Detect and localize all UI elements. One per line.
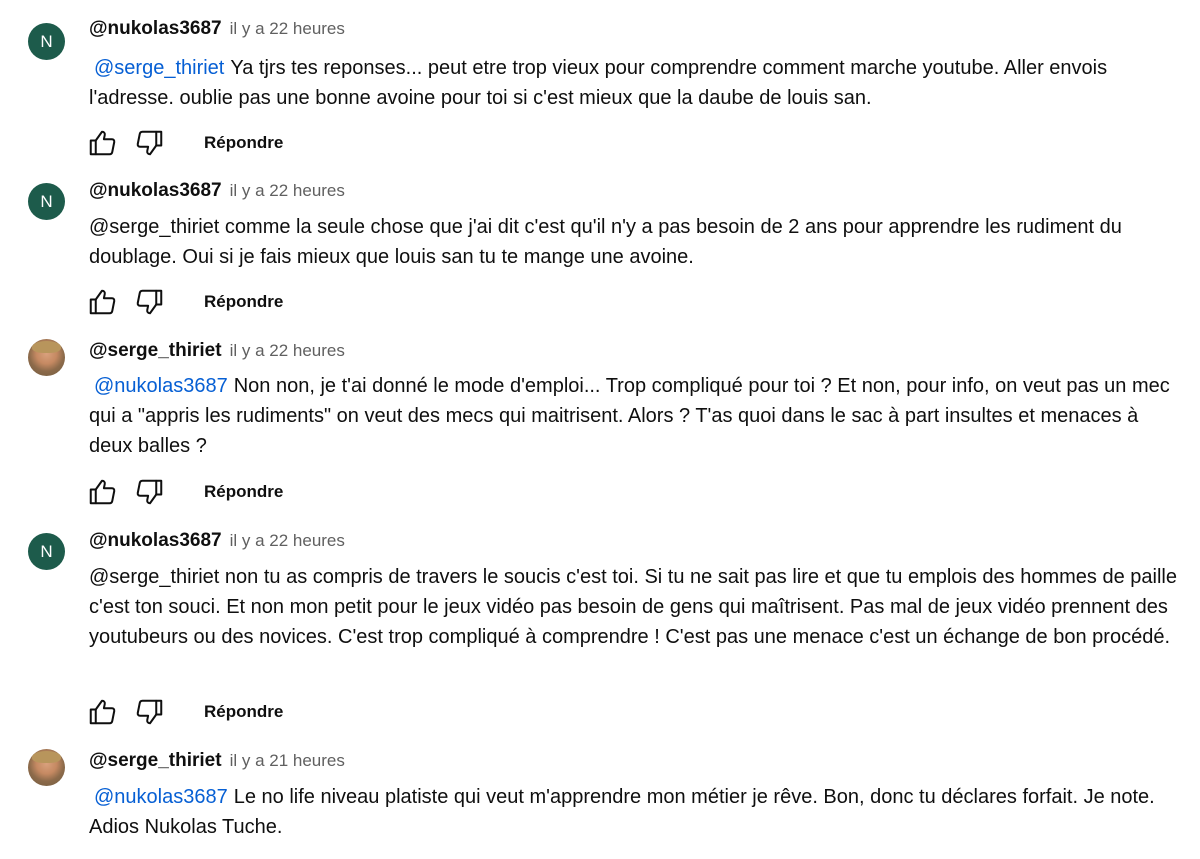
comment-body-text: @serge_thiriet comme la seule chose que …	[89, 216, 1122, 268]
avatar-letter: N	[40, 31, 53, 51]
comment-author[interactable]: @serge_thiriet	[89, 750, 222, 772]
dislike-button[interactable]	[134, 476, 166, 508]
comment-time[interactable]: il y a 21 heures	[230, 751, 345, 771]
comment-body-text: @serge_thiriet non tu as compris de trav…	[89, 566, 1177, 648]
comment-text: @nukolas3687 Le no life niveau platiste q…	[89, 782, 1179, 842]
comment-author[interactable]: @serge_thiriet	[89, 340, 222, 362]
comment-header: @nukolas3687 il y a 22 heures	[89, 18, 345, 48]
avatar-letter: N	[40, 191, 53, 211]
comment-header: @serge_thiriet il y a 22 heures	[89, 340, 345, 370]
comment-time[interactable]: il y a 22 heures	[230, 531, 345, 551]
comment-actions: Répondre	[86, 696, 283, 728]
comment-actions: Répondre	[86, 476, 283, 508]
like-button[interactable]	[86, 286, 118, 318]
mention-link[interactable]: @serge_thiriet	[94, 57, 224, 79]
comment-actions: Répondre	[86, 286, 283, 318]
avatar[interactable]	[28, 749, 65, 786]
avatar-letter: N	[40, 541, 53, 561]
comment-author[interactable]: @nukolas3687	[89, 180, 222, 202]
thumb-up-icon	[89, 289, 116, 315]
comment-body-text: Le no life niveau platiste qui veut m'ap…	[89, 786, 1155, 838]
comment-time[interactable]: il y a 22 heures	[230, 341, 345, 361]
comment-text: @serge_thiriet comme la seule chose que …	[89, 212, 1179, 272]
thumb-down-icon	[136, 130, 163, 156]
comment-body-text: Non non, je t'ai donné le mode d'emploi.…	[89, 375, 1170, 457]
dislike-button[interactable]	[134, 696, 166, 728]
mention-link[interactable]: @nukolas3687	[94, 786, 228, 808]
like-button[interactable]	[86, 127, 118, 159]
reply-button[interactable]: Répondre	[204, 133, 283, 153]
comment-text: @nukolas3687 Non non, je t'ai donné le mo…	[89, 371, 1179, 461]
thumb-up-icon	[89, 699, 116, 725]
avatar[interactable]: N	[28, 183, 65, 220]
comment-text: @serge_thiriet non tu as compris de trav…	[89, 562, 1179, 652]
dislike-button[interactable]	[134, 286, 166, 318]
like-button[interactable]	[86, 696, 118, 728]
reply-button[interactable]: Répondre	[204, 292, 283, 312]
comment-header: @nukolas3687 il y a 22 heures	[89, 530, 345, 560]
comment-thread: N @nukolas3687 il y a 22 heures @serge_t…	[0, 0, 1200, 859]
comment-header: @serge_thiriet il y a 21 heures	[89, 750, 345, 780]
dislike-button[interactable]	[134, 127, 166, 159]
comment-actions: Répondre	[86, 127, 283, 159]
thumb-up-icon	[89, 130, 116, 156]
thumb-up-icon	[89, 479, 116, 505]
like-button[interactable]	[86, 476, 118, 508]
thumb-down-icon	[136, 289, 163, 315]
reply-button[interactable]: Répondre	[204, 702, 283, 722]
mention-link[interactable]: @nukolas3687	[94, 375, 228, 397]
thumb-down-icon	[136, 479, 163, 505]
avatar[interactable]: N	[28, 533, 65, 570]
comment-author[interactable]: @nukolas3687	[89, 18, 222, 40]
reply-button[interactable]: Répondre	[204, 482, 283, 502]
comment-time[interactable]: il y a 22 heures	[230, 19, 345, 39]
comment-body-text: Ya tjrs tes reponses... peut etre trop v…	[89, 57, 1108, 109]
comment-author[interactable]: @nukolas3687	[89, 530, 222, 552]
comment-time[interactable]: il y a 22 heures	[230, 181, 345, 201]
comment-text: @serge_thiriet Ya tjrs tes reponses... pe…	[89, 53, 1179, 113]
avatar[interactable]	[28, 339, 65, 376]
comment-header: @nukolas3687 il y a 22 heures	[89, 180, 345, 210]
thumb-down-icon	[136, 699, 163, 725]
avatar[interactable]: N	[28, 23, 65, 60]
